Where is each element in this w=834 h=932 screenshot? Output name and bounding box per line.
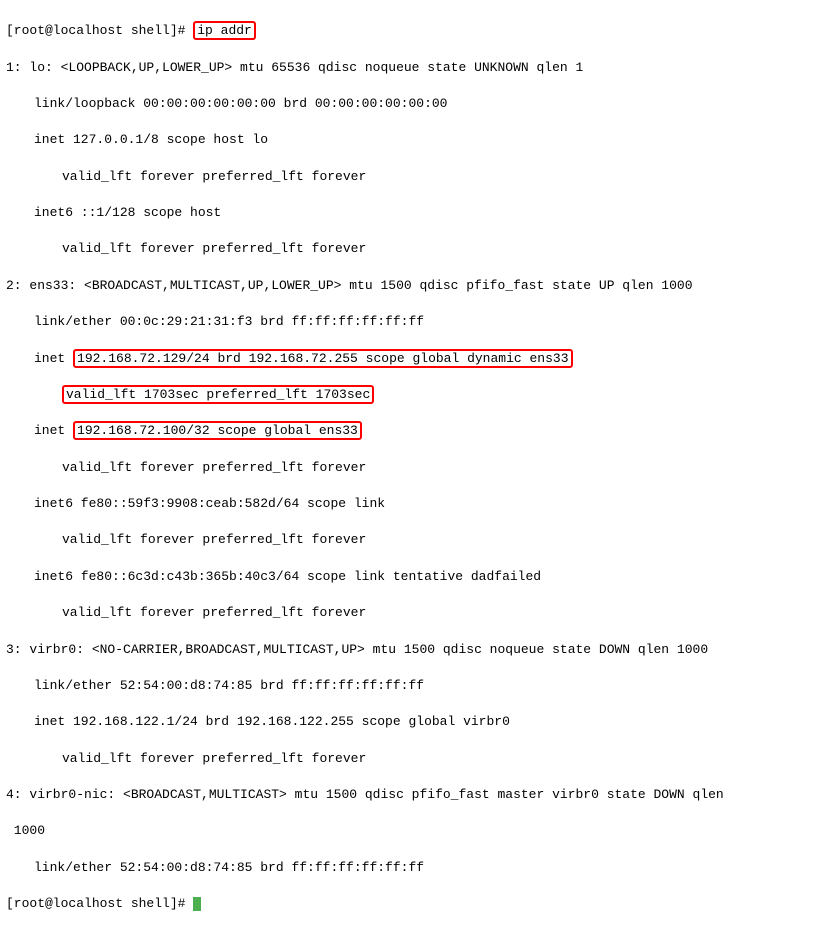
command-text: ip addr — [197, 23, 252, 38]
iface-ens33-inet6-a: inet6 fe80::59f3:9908:ceab:582d/64 scope… — [6, 495, 828, 513]
iface-virbr0nic-header-2: 1000 — [6, 822, 828, 840]
iface-ens33-valid-2: valid_lft forever preferred_lft forever — [6, 459, 828, 477]
ip-highlight-box-2: 192.168.72.100/32 scope global ens33 — [73, 421, 362, 440]
prompt-prefix: [root@localhost shell]# — [6, 23, 193, 38]
prompt-prefix-2: [root@localhost shell]# — [6, 896, 193, 911]
iface-lo-valid-2: valid_lft forever preferred_lft forever — [6, 240, 828, 258]
prompt-line-2[interactable]: [root@localhost shell]# — [6, 895, 828, 913]
prompt-line-1: [root@localhost shell]# ip addr — [6, 22, 828, 40]
iface-ens33-inet2-line: inet 192.168.72.100/32 scope global ens3… — [6, 422, 828, 440]
ip-highlight-box-1: 192.168.72.129/24 brd 192.168.72.255 sco… — [73, 349, 572, 368]
iface-ens33-header: 2: ens33: <BROADCAST,MULTICAST,UP,LOWER_… — [6, 277, 828, 295]
terminal-output[interactable]: [root@localhost shell]# ip addr 1: lo: <… — [6, 4, 828, 932]
inet-prefix-2: inet — [34, 423, 73, 438]
iface-virbr0-link: link/ether 52:54:00:d8:74:85 brd ff:ff:f… — [6, 677, 828, 695]
iface-ens33-valid-3: valid_lft forever preferred_lft forever — [6, 531, 828, 549]
iface-virbr0-valid: valid_lft forever preferred_lft forever — [6, 750, 828, 768]
iface-ens33-inet6-b: inet6 fe80::6c3d:c43b:365b:40c3/64 scope… — [6, 568, 828, 586]
iface-ens33-link: link/ether 00:0c:29:21:31:f3 brd ff:ff:f… — [6, 313, 828, 331]
iface-virbr0nic-link: link/ether 52:54:00:d8:74:85 brd ff:ff:f… — [6, 859, 828, 877]
inet-prefix: inet — [34, 351, 73, 366]
iface-lo-link: link/loopback 00:00:00:00:00:00 brd 00:0… — [6, 95, 828, 113]
valid-highlight-box: valid_lft 1703sec preferred_lft 1703sec — [62, 385, 374, 404]
iface-lo-valid-1: valid_lft forever preferred_lft forever — [6, 168, 828, 186]
command-highlight-box: ip addr — [193, 21, 256, 40]
iface-ens33-valid-4: valid_lft forever preferred_lft forever — [6, 604, 828, 622]
terminal-cursor — [193, 897, 201, 911]
iface-lo-inet6: inet6 ::1/128 scope host — [6, 204, 828, 222]
iface-ens33-inet-line: inet 192.168.72.129/24 brd 192.168.72.25… — [6, 350, 828, 368]
iface-lo-inet: inet 127.0.0.1/8 scope host lo — [6, 131, 828, 149]
iface-virbr0-inet: inet 192.168.122.1/24 brd 192.168.122.25… — [6, 713, 828, 731]
iface-ens33-valid-1: valid_lft 1703sec preferred_lft 1703sec — [6, 386, 828, 404]
iface-lo-header: 1: lo: <LOOPBACK,UP,LOWER_UP> mtu 65536 … — [6, 59, 828, 77]
iface-virbr0-header: 3: virbr0: <NO-CARRIER,BROADCAST,MULTICA… — [6, 641, 828, 659]
ip-primary: 192.168.72.129/24 brd 192.168.72.255 sco… — [77, 351, 568, 366]
valid-lft-text: valid_lft 1703sec preferred_lft 1703sec — [66, 387, 370, 402]
iface-virbr0nic-header-1: 4: virbr0-nic: <BROADCAST,MULTICAST> mtu… — [6, 786, 828, 804]
ip-secondary: 192.168.72.100/32 scope global ens33 — [77, 423, 358, 438]
